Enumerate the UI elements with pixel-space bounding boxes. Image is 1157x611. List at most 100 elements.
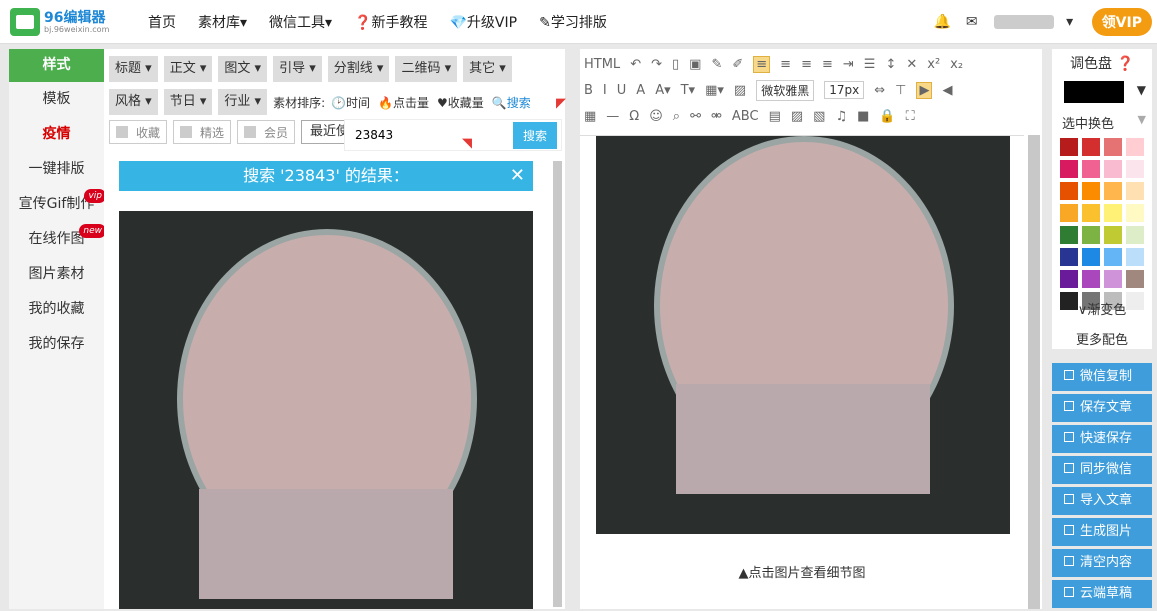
subscript-icon[interactable]: x₂ <box>950 57 963 72</box>
font-color-icon[interactable]: A▾ <box>655 83 670 98</box>
nav-tutorial[interactable]: ❓新手教程 <box>354 12 427 32</box>
check-favorite[interactable]: 收藏 <box>109 120 168 144</box>
align-icon[interactable]: ⊤ <box>895 83 906 98</box>
template-icon[interactable]: ▤ <box>769 109 781 124</box>
import-article-button[interactable]: 导入文章 <box>1052 487 1152 515</box>
search-button[interactable]: 搜索 <box>512 121 557 149</box>
sidebar-item-images[interactable]: 图片素材 <box>9 257 104 292</box>
color-swatch[interactable] <box>1082 160 1100 178</box>
bell-icon[interactable]: 🔔 <box>934 14 951 30</box>
paste-icon[interactable]: ▣ <box>689 57 701 72</box>
search-input[interactable] <box>349 123 513 147</box>
more-colors-link[interactable]: 更多配色 <box>1052 329 1152 348</box>
chevron-down-icon[interactable]: ▼ <box>1138 113 1146 126</box>
sort-time[interactable]: 🕑时间 <box>331 94 370 111</box>
justify-icon[interactable]: ≡ <box>822 57 833 72</box>
spacing-icon[interactable]: ⇔ <box>874 83 885 98</box>
save-article-button[interactable]: 保存文章 <box>1052 394 1152 422</box>
unlink-icon[interactable]: ⚮ <box>711 109 722 124</box>
sidebar-item-draw[interactable]: 在线作图 new <box>9 222 106 257</box>
color-swatch[interactable] <box>1082 226 1100 244</box>
editor-canvas[interactable]: ▲点击图片查看细节图 <box>580 135 1024 609</box>
fullscreen-icon[interactable]: ⛶ <box>906 109 915 124</box>
get-vip-button[interactable]: 领VIP <box>1091 8 1152 36</box>
undo-icon[interactable]: ↶ <box>630 57 641 72</box>
insert-image-icon[interactable]: ▨ <box>791 109 803 124</box>
image-icon[interactable]: ▨ <box>734 83 746 98</box>
color-swatch[interactable] <box>1060 204 1078 222</box>
scrollbar[interactable] <box>553 161 562 607</box>
color-swatch[interactable] <box>1060 270 1078 288</box>
current-color[interactable] <box>1064 81 1124 103</box>
brush-icon[interactable]: ✐ <box>732 57 743 72</box>
filter-image-text[interactable]: 图文 <box>218 56 268 82</box>
sidebar-item-style[interactable]: 样式 <box>9 49 104 82</box>
color-swatch[interactable] <box>1060 182 1078 200</box>
color-swatch[interactable] <box>1060 160 1078 178</box>
clear-format-icon[interactable]: ✎ <box>711 57 722 72</box>
mail-icon[interactable]: ✉ <box>964 14 980 30</box>
bg-color-icon[interactable]: ▦▾ <box>705 83 724 98</box>
ltr-icon[interactable]: ▶ <box>916 81 933 99</box>
color-swatch[interactable] <box>1060 226 1078 244</box>
color-swatch[interactable] <box>1104 138 1122 156</box>
color-swatch[interactable] <box>1126 248 1144 266</box>
redo-icon[interactable]: ↷ <box>651 57 662 72</box>
filter-holiday[interactable]: 节日 <box>163 89 213 115</box>
color-swatch[interactable] <box>1126 182 1144 200</box>
chevron-down-icon[interactable]: ▾ <box>1062 14 1078 30</box>
color-swatch[interactable] <box>1104 270 1122 288</box>
music-icon[interactable]: ♫ <box>835 109 847 124</box>
sidebar-item-epidemic[interactable]: 疫情 <box>9 117 104 152</box>
new-doc-icon[interactable]: ▯ <box>672 57 679 72</box>
html-icon[interactable]: HTML <box>584 57 620 72</box>
filter-body[interactable]: 正文 <box>163 56 213 82</box>
color-swatch[interactable] <box>1104 226 1122 244</box>
editor-scrollbar[interactable] <box>1028 135 1040 609</box>
font-select[interactable]: 微软雅黑 <box>756 79 815 101</box>
color-swatch[interactable] <box>1126 270 1144 288</box>
result-image[interactable] <box>119 211 533 609</box>
indent-icon[interactable]: ⇥ <box>843 57 854 72</box>
sync-wechat-button[interactable]: 同步微信 <box>1052 456 1152 484</box>
align-left-icon[interactable]: ≡ <box>753 55 771 73</box>
color-swatch[interactable] <box>1082 270 1100 288</box>
filter-divider[interactable]: 分割线 <box>327 56 390 82</box>
font-size-select[interactable]: 17px <box>824 81 865 99</box>
color-swatch[interactable] <box>1104 248 1122 266</box>
nav-wechat-tools[interactable]: 微信工具▾ <box>269 12 332 32</box>
nav-learn[interactable]: ✎学习排版 <box>539 12 607 32</box>
color-swatch[interactable] <box>1082 138 1100 156</box>
filter-title[interactable]: 标题 <box>109 56 158 82</box>
check-member[interactable]: 会员 <box>237 120 296 144</box>
color-swatch[interactable] <box>1126 160 1144 178</box>
clear-icon[interactable]: ✕ <box>906 57 917 72</box>
underline-icon[interactable]: U <box>617 83 627 98</box>
filter-guide[interactable]: 引导 <box>273 56 322 82</box>
align-right-icon[interactable]: ≡ <box>801 57 812 72</box>
color-swatch[interactable] <box>1082 182 1100 200</box>
sort-favorites[interactable]: ♥收藏量 <box>437 94 484 111</box>
wechat-copy-button[interactable]: 微信复制 <box>1052 363 1152 391</box>
color-swatch[interactable] <box>1082 248 1100 266</box>
rtl-icon[interactable]: ◀ <box>942 83 952 98</box>
search-replace-icon[interactable]: ⌕ <box>673 109 680 124</box>
sidebar-item-template[interactable]: 模板 <box>9 82 104 117</box>
spellcheck-icon[interactable]: ABC <box>732 109 759 124</box>
color-swatch[interactable] <box>1082 204 1100 222</box>
color-swatch[interactable] <box>1126 204 1144 222</box>
color-swatch[interactable] <box>1060 248 1078 266</box>
color-swatch[interactable] <box>1104 160 1122 178</box>
font-size-icon[interactable]: T▾ <box>681 83 695 98</box>
editor-image[interactable] <box>596 136 1010 534</box>
link-icon[interactable]: ⚯ <box>690 109 701 124</box>
check-featured[interactable]: 精选 <box>173 120 232 144</box>
bold-icon[interactable]: B <box>584 83 593 98</box>
nav-materials[interactable]: 素材库▾ <box>198 12 247 32</box>
color-swatch[interactable] <box>1104 182 1122 200</box>
filter-style[interactable]: 风格 <box>109 89 158 115</box>
generate-image-button[interactable]: 生成图片 <box>1052 518 1152 546</box>
clear-content-button[interactable]: 清空内容 <box>1052 549 1152 577</box>
sidebar-item-gif[interactable]: 宣传Gif制作 vip <box>9 187 106 222</box>
close-icon[interactable]: ✕ <box>510 161 525 191</box>
